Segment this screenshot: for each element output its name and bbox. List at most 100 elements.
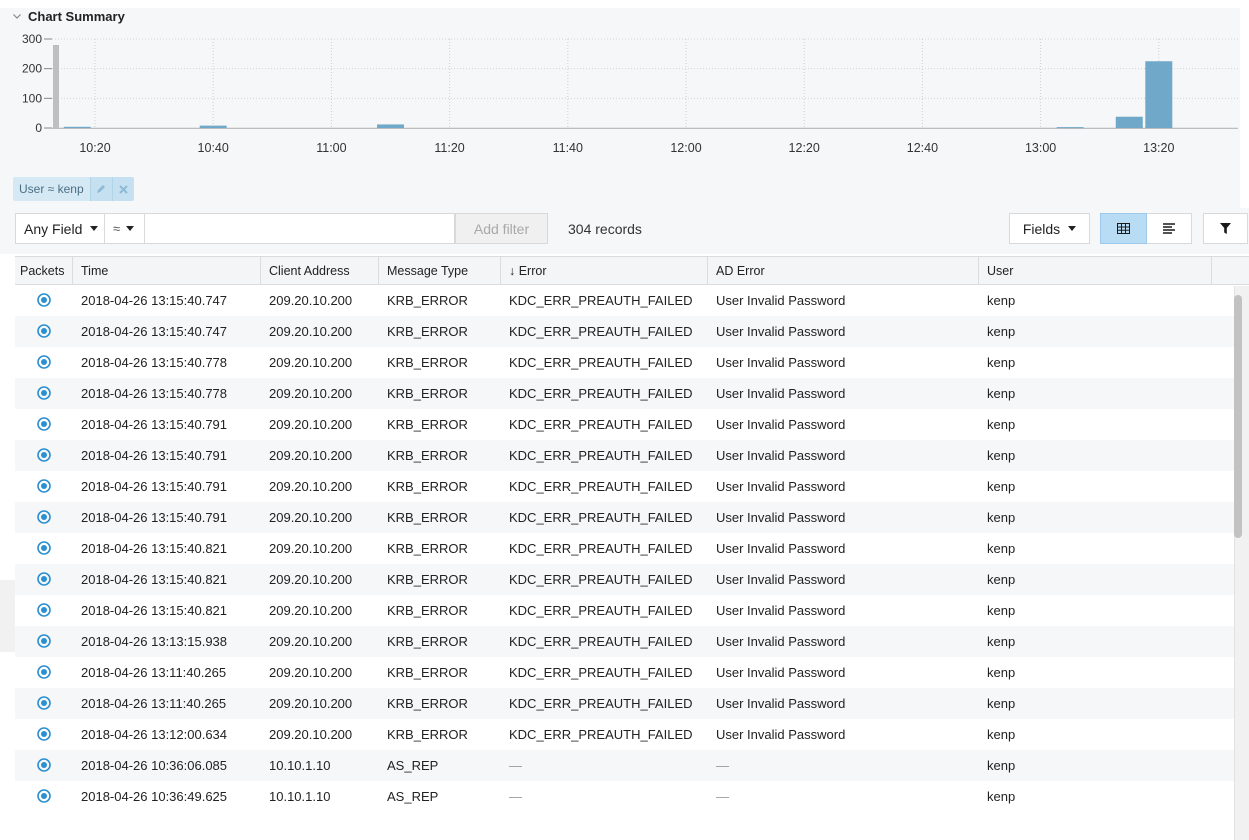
packets-target-icon[interactable] (37, 758, 51, 772)
funnel-filter-button[interactable] (1203, 213, 1248, 244)
fields-dropdown-button[interactable]: Fields (1009, 213, 1090, 244)
packets-target-icon[interactable] (37, 541, 51, 555)
cell-ad-error: User Invalid Password (716, 727, 846, 742)
cell-ad-error: User Invalid Password (716, 665, 846, 680)
table-row[interactable]: 2018-04-26 13:11:40.265 209.20.10.200 KRB_… (15, 657, 1234, 688)
cell-ad-error: User Invalid Password (716, 541, 846, 556)
cell-time: 2018-04-26 13:15:40.791 (81, 479, 228, 494)
table-row[interactable]: 2018-04-26 13:15:40.778 209.20.10.200 KRB_… (15, 378, 1234, 409)
field-select[interactable]: Any Field (15, 213, 105, 244)
histogram-bar[interactable] (63, 126, 91, 128)
cell-error: KDC_ERR_PREAUTH_FAILED (509, 479, 693, 494)
histogram-bar[interactable] (1056, 127, 1084, 129)
column-header-ad-error[interactable]: AD Error (708, 257, 979, 285)
column-header-user[interactable]: User (979, 257, 1212, 285)
table-row[interactable]: 2018-04-26 13:15:40.791 209.20.10.200 KRB_… (15, 409, 1234, 440)
cell-error: KDC_ERR_PREAUTH_FAILED (509, 293, 693, 308)
cell-time: 2018-04-26 13:15:40.747 (81, 324, 228, 339)
cell-time: 2018-04-26 13:15:40.821 (81, 603, 228, 618)
chevron-down-icon[interactable] (12, 11, 22, 21)
table-grid-icon (1117, 223, 1130, 234)
chart-summary-header[interactable]: Chart Summary (12, 8, 125, 24)
table-row[interactable]: 2018-04-26 10:36:06.085 10.10.1.10 AS_REP —… (15, 750, 1234, 781)
table-row[interactable]: 2018-04-26 13:15:40.791 209.20.10.200 KRB_… (15, 502, 1234, 533)
histogram-bar[interactable] (199, 125, 227, 128)
table-row[interactable]: 2018-04-26 13:15:40.791 209.20.10.200 KRB_… (15, 440, 1234, 471)
cell-error: — (509, 758, 522, 773)
table-row[interactable]: 2018-04-26 13:15:40.778 209.20.10.200 KRB_… (15, 347, 1234, 378)
y-tick-label: 200 (22, 62, 42, 76)
list-view-button[interactable] (1147, 213, 1192, 244)
table-row[interactable]: 2018-04-26 13:15:40.821 209.20.10.200 KRB_… (15, 564, 1234, 595)
record-count: 304 records (568, 221, 642, 237)
column-header-time[interactable]: Time (73, 257, 261, 285)
x-tick-label: 12:40 (907, 141, 938, 155)
grid-view-button[interactable] (1100, 213, 1147, 244)
packets-target-icon[interactable] (37, 355, 51, 369)
packets-target-icon[interactable] (37, 634, 51, 648)
packets-target-icon[interactable] (37, 696, 51, 710)
histogram-bar[interactable] (1145, 61, 1173, 128)
packets-target-icon[interactable] (37, 479, 51, 493)
table-row[interactable]: 2018-04-26 13:13:15.938 209.20.10.200 KRB_… (15, 626, 1234, 657)
cell-message-type: KRB_ERROR (387, 510, 468, 525)
cell-ad-error: User Invalid Password (716, 386, 846, 401)
packets-target-icon[interactable] (37, 293, 51, 307)
cell-time: 2018-04-26 13:15:40.778 (81, 355, 228, 370)
chip-remove-button[interactable] (111, 177, 134, 201)
cell-error: KDC_ERR_PREAUTH_FAILED (509, 665, 693, 680)
table-row[interactable]: 2018-04-26 13:15:40.747 209.20.10.200 KRB_… (15, 285, 1234, 316)
cell-client-address: 209.20.10.200 (269, 448, 353, 463)
packets-target-icon[interactable] (37, 789, 51, 803)
histogram-bar[interactable] (1115, 116, 1143, 128)
packets-target-icon[interactable] (37, 448, 51, 462)
cell-ad-error: User Invalid Password (716, 634, 846, 649)
chip-edit-button[interactable] (89, 177, 112, 201)
cell-client-address: 209.20.10.200 (269, 324, 353, 339)
column-header-message-type[interactable]: Message Type (379, 257, 501, 285)
packets-target-icon[interactable] (37, 510, 51, 524)
cell-ad-error: User Invalid Password (716, 448, 846, 463)
cell-error: KDC_ERR_PREAUTH_FAILED (509, 386, 693, 401)
cell-message-type: KRB_ERROR (387, 386, 468, 401)
cell-time: 2018-04-26 13:15:40.791 (81, 510, 228, 525)
x-tick-label: 13:00 (1025, 141, 1056, 155)
table-row[interactable]: 2018-04-26 10:36:49.625 10.10.1.10 AS_REP —… (15, 781, 1234, 812)
filter-value-input[interactable] (145, 213, 455, 244)
packets-target-icon[interactable] (37, 386, 51, 400)
cell-message-type: KRB_ERROR (387, 665, 468, 680)
column-header-packets[interactable]: Packets (15, 257, 73, 285)
column-header-error[interactable]: ↓ Error (501, 257, 708, 285)
brush-handle[interactable] (53, 45, 59, 128)
cell-ad-error: User Invalid Password (716, 293, 846, 308)
x-tick-label: 11:00 (316, 141, 346, 155)
packets-target-icon[interactable] (37, 324, 51, 338)
filter-chip-label: User ≈ kenp (13, 177, 90, 201)
column-header-client-address[interactable]: Client Address (261, 257, 379, 285)
packets-target-icon[interactable] (37, 727, 51, 741)
cell-user: kenp (987, 789, 1016, 804)
table-row[interactable]: 2018-04-26 13:15:40.821 209.20.10.200 KRB_… (15, 595, 1234, 626)
operator-select[interactable]: ≈ (105, 213, 145, 244)
table-row[interactable]: 2018-04-26 13:15:40.747 209.20.10.200 KRB_… (15, 316, 1234, 347)
cell-time: 2018-04-26 13:15:40.778 (81, 386, 228, 401)
cell-client-address: 10.10.1.10 (269, 758, 331, 773)
vertical-scrollbar-thumb[interactable] (1234, 295, 1242, 538)
packets-target-icon[interactable] (37, 603, 51, 617)
packets-target-icon[interactable] (37, 665, 51, 679)
cell-client-address: 209.20.10.200 (269, 417, 353, 432)
table-row[interactable]: 2018-04-26 13:11:40.265 209.20.10.200 KRB_… (15, 688, 1234, 719)
histogram-bar[interactable] (377, 124, 404, 128)
table-row[interactable]: 2018-04-26 13:12:00.634 209.20.10.200 KRB_… (15, 719, 1234, 750)
list-lines-icon (1162, 223, 1175, 234)
packets-target-icon[interactable] (37, 572, 51, 586)
cell-message-type: KRB_ERROR (387, 541, 468, 556)
cell-ad-error: User Invalid Password (716, 696, 846, 711)
add-filter-button[interactable]: Add filter (455, 213, 548, 244)
cell-message-type: AS_REP (387, 758, 439, 773)
x-tick-label: 12:00 (670, 141, 701, 155)
table-row[interactable]: 2018-04-26 13:15:40.821 209.20.10.200 KRB_… (15, 533, 1234, 564)
table-row[interactable]: 2018-04-26 13:15:40.791 209.20.10.200 KRB_… (15, 471, 1234, 502)
packets-target-icon[interactable] (37, 417, 51, 431)
pencil-icon (97, 185, 106, 193)
